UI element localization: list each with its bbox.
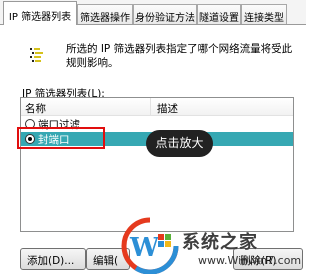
- annotation-highlight-box: [17, 127, 105, 149]
- column-description-header[interactable]: 描述: [151, 98, 293, 116]
- watermark-brand: 系统之家: [182, 232, 258, 253]
- svg-text:W: W: [129, 233, 160, 263]
- list-header: 名称 描述: [21, 98, 293, 116]
- tab-strip: IP 筛选器列表 筛选器操作 身份验证方法 隧道设置 连接类型: [0, 0, 306, 25]
- tab-connection-type[interactable]: 连接类型: [241, 4, 287, 24]
- tab-tunnel-settings[interactable]: 隧道设置: [197, 4, 241, 24]
- add-button[interactable]: 添加(D)...: [20, 248, 86, 270]
- tab-filter-action[interactable]: 筛选器操作: [77, 4, 133, 24]
- zoom-tooltip[interactable]: 点击放大: [146, 130, 213, 157]
- windows-logo-watermark-icon: W: [121, 217, 179, 274]
- watermark-url: www.Winwin7.com: [198, 254, 302, 267]
- tab-ip-filter-list[interactable]: IP 筛选器列表: [3, 1, 77, 25]
- filter-list-icon: [30, 48, 43, 62]
- ip-filter-list[interactable]: 名称 描述 端口过滤 封端口: [20, 97, 294, 232]
- column-name-header[interactable]: 名称: [21, 98, 151, 116]
- tab-auth-method[interactable]: 身份验证方法: [133, 4, 197, 24]
- filter-description: 所选的 IP 筛选器列表指定了哪个网络流量将受此规则影响。: [66, 43, 293, 69]
